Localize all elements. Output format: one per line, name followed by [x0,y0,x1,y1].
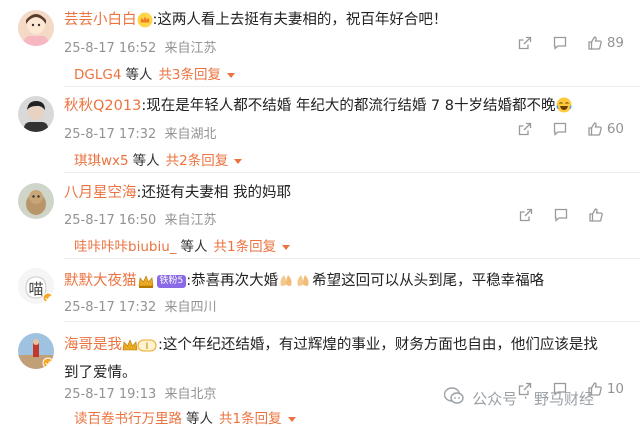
comment-date: 25-8-17 17:32 [64,127,157,142]
comment-icon [552,121,568,137]
chevron-down-icon [282,244,291,250]
comment-meta: 25-8-17 19:13 来自北京 [64,383,217,402]
comment-location: 来自湖北 [164,127,217,142]
comment-actions [499,207,624,223]
reply-tail: 等人 [125,67,153,83]
crown-badge-icon [137,273,155,296]
reply-username[interactable]: 哇咔咔咔biubiu_ [74,239,177,255]
comment-text: :还挺有夫妻相 我的妈耶 [136,185,292,201]
avatar[interactable]: 喵 [18,268,54,304]
comment-date: 25-8-17 19:13 [64,387,157,402]
reply-tail: 等人 [186,411,213,427]
chevron-down-icon [227,72,236,78]
comment-actions: 60 [498,121,624,137]
watermark-right: 野马财经 [533,389,594,408]
chevron-down-icon [287,416,296,422]
share-icon [518,207,534,223]
divider [64,172,640,173]
comment-text: :现在是年轻人都不结婚 年纪大的都流行结婚 7 8十岁结婚都不晚 [141,98,556,114]
comment-location: 来自江苏 [164,213,217,228]
share-icon [517,121,533,137]
comment-meta: 25-8-17 16:50 来自江苏 [64,209,217,228]
reply-count-link[interactable]: 共2条回复 [166,153,229,169]
like-button[interactable]: 60 [587,121,624,137]
share-icon [517,35,533,51]
comment-line: 秋秋Q2013:现在是年轻人都不结婚 年纪大的都流行结婚 7 8十岁结婚都不晚 [64,95,626,120]
comment-actions: 89 [498,35,624,51]
reply-username[interactable]: 读百卷书行万里路 [74,411,182,427]
comment-date: 25-8-17 16:50 [64,213,157,228]
reply-username[interactable]: DGLG4 [74,67,121,83]
reply-summary[interactable]: DGLG4 等人 共3条回复 [74,63,236,83]
laughing-emoji-icon [556,97,572,120]
wechat-official-account-icon [443,387,464,409]
comment-line: 芸芸小白白 :这两人看上去挺有夫妻相的，祝百年好合吧！ [64,9,626,35]
username[interactable]: 海哥是我 [64,337,122,353]
share-button[interactable] [517,121,533,137]
reply-count-link[interactable]: 共1条回复 [219,411,282,427]
comment-meta: 25-8-17 17:32 来自湖北 [64,123,217,142]
praying-hands-icon [278,272,312,295]
watermark-dot: · [523,389,528,407]
like-button[interactable] [588,207,624,223]
comment-text: :恭喜再次大婚 [186,273,279,289]
avatar[interactable] [18,333,54,369]
avatar[interactable] [18,96,54,132]
comment-line: 八月星空海:还挺有夫妻相 我的妈耶 [64,182,626,204]
comment-text: :这两人看上去挺有夫妻相的，祝百年好合吧！ [152,12,448,28]
chevron-down-icon [234,158,243,164]
comment-location: 来自四川 [164,300,217,315]
comment-date: 25-8-17 17:32 [64,300,157,315]
reply-count-link[interactable]: 共3条回复 [158,67,221,83]
share-button[interactable] [517,35,533,51]
like-count: 10 [606,381,624,397]
divider [64,86,640,87]
comment-icon [553,207,569,223]
reply-summary[interactable]: 琪琪wx5 等人 共2条回复 [74,149,243,169]
reply-tail: 等人 [132,153,160,169]
crown-icon [137,12,153,35]
comment-text-continued: 希望这回可以从头到尾，平稳幸福咯 [312,273,545,289]
comment-button[interactable] [552,121,568,137]
level-badge: I [122,337,158,361]
like-count: 60 [606,121,624,137]
reply-summary[interactable]: 哇咔咔咔biubiu_ 等人 共1条回复 [74,235,291,255]
reply-summary[interactable]: 读百卷书行万里路 等人 共1条回复 [74,407,296,427]
level-badge-text: I [146,342,149,352]
comment-icon [552,35,568,51]
svg-text:喵: 喵 [28,280,43,298]
username[interactable]: 秋秋Q2013 [64,98,141,114]
fan-badge: 铁粉5 [156,275,187,288]
avatar[interactable] [18,183,54,219]
thumbs-up-icon [587,121,603,137]
like-button[interactable]: 89 [587,35,624,51]
comment-line: 海哥是我 I:这个年纪还结婚，有过辉煌的事业，财务方面也自由，他们应该是找到了爱情… [64,333,604,385]
comment-location: 来自北京 [164,387,217,402]
username[interactable]: 芸芸小白白 [64,12,137,28]
thumbs-up-icon [587,35,603,51]
avatar[interactable] [18,10,54,46]
divider [64,258,640,259]
reply-username[interactable]: 琪琪wx5 [74,153,129,169]
reply-tail: 等人 [180,239,208,255]
divider [64,321,640,322]
watermark-left: 公众号 [472,389,518,408]
comment-location: 来自江苏 [164,41,217,56]
comment-date: 25-8-17 16:52 [64,41,157,56]
username[interactable]: 八月星空海 [64,185,137,201]
comment-meta: 25-8-17 16:52 来自江苏 [64,37,217,56]
like-count: 89 [606,35,624,51]
thumbs-up-icon [588,207,604,223]
comment-button[interactable] [552,35,568,51]
comment-meta: 25-8-17 17:32 来自四川 [64,296,217,315]
watermark: 公众号 · 野马财经 [443,387,594,409]
reply-count-link[interactable]: 共1条回复 [214,239,277,255]
comment-button[interactable] [553,207,569,223]
username[interactable]: 默默大夜猫 [64,273,137,289]
comment-line: 默默大夜猫 铁粉5:恭喜再次大婚 希望这回可以从头到尾，平稳幸福咯 [64,270,626,296]
share-button[interactable] [518,207,534,223]
